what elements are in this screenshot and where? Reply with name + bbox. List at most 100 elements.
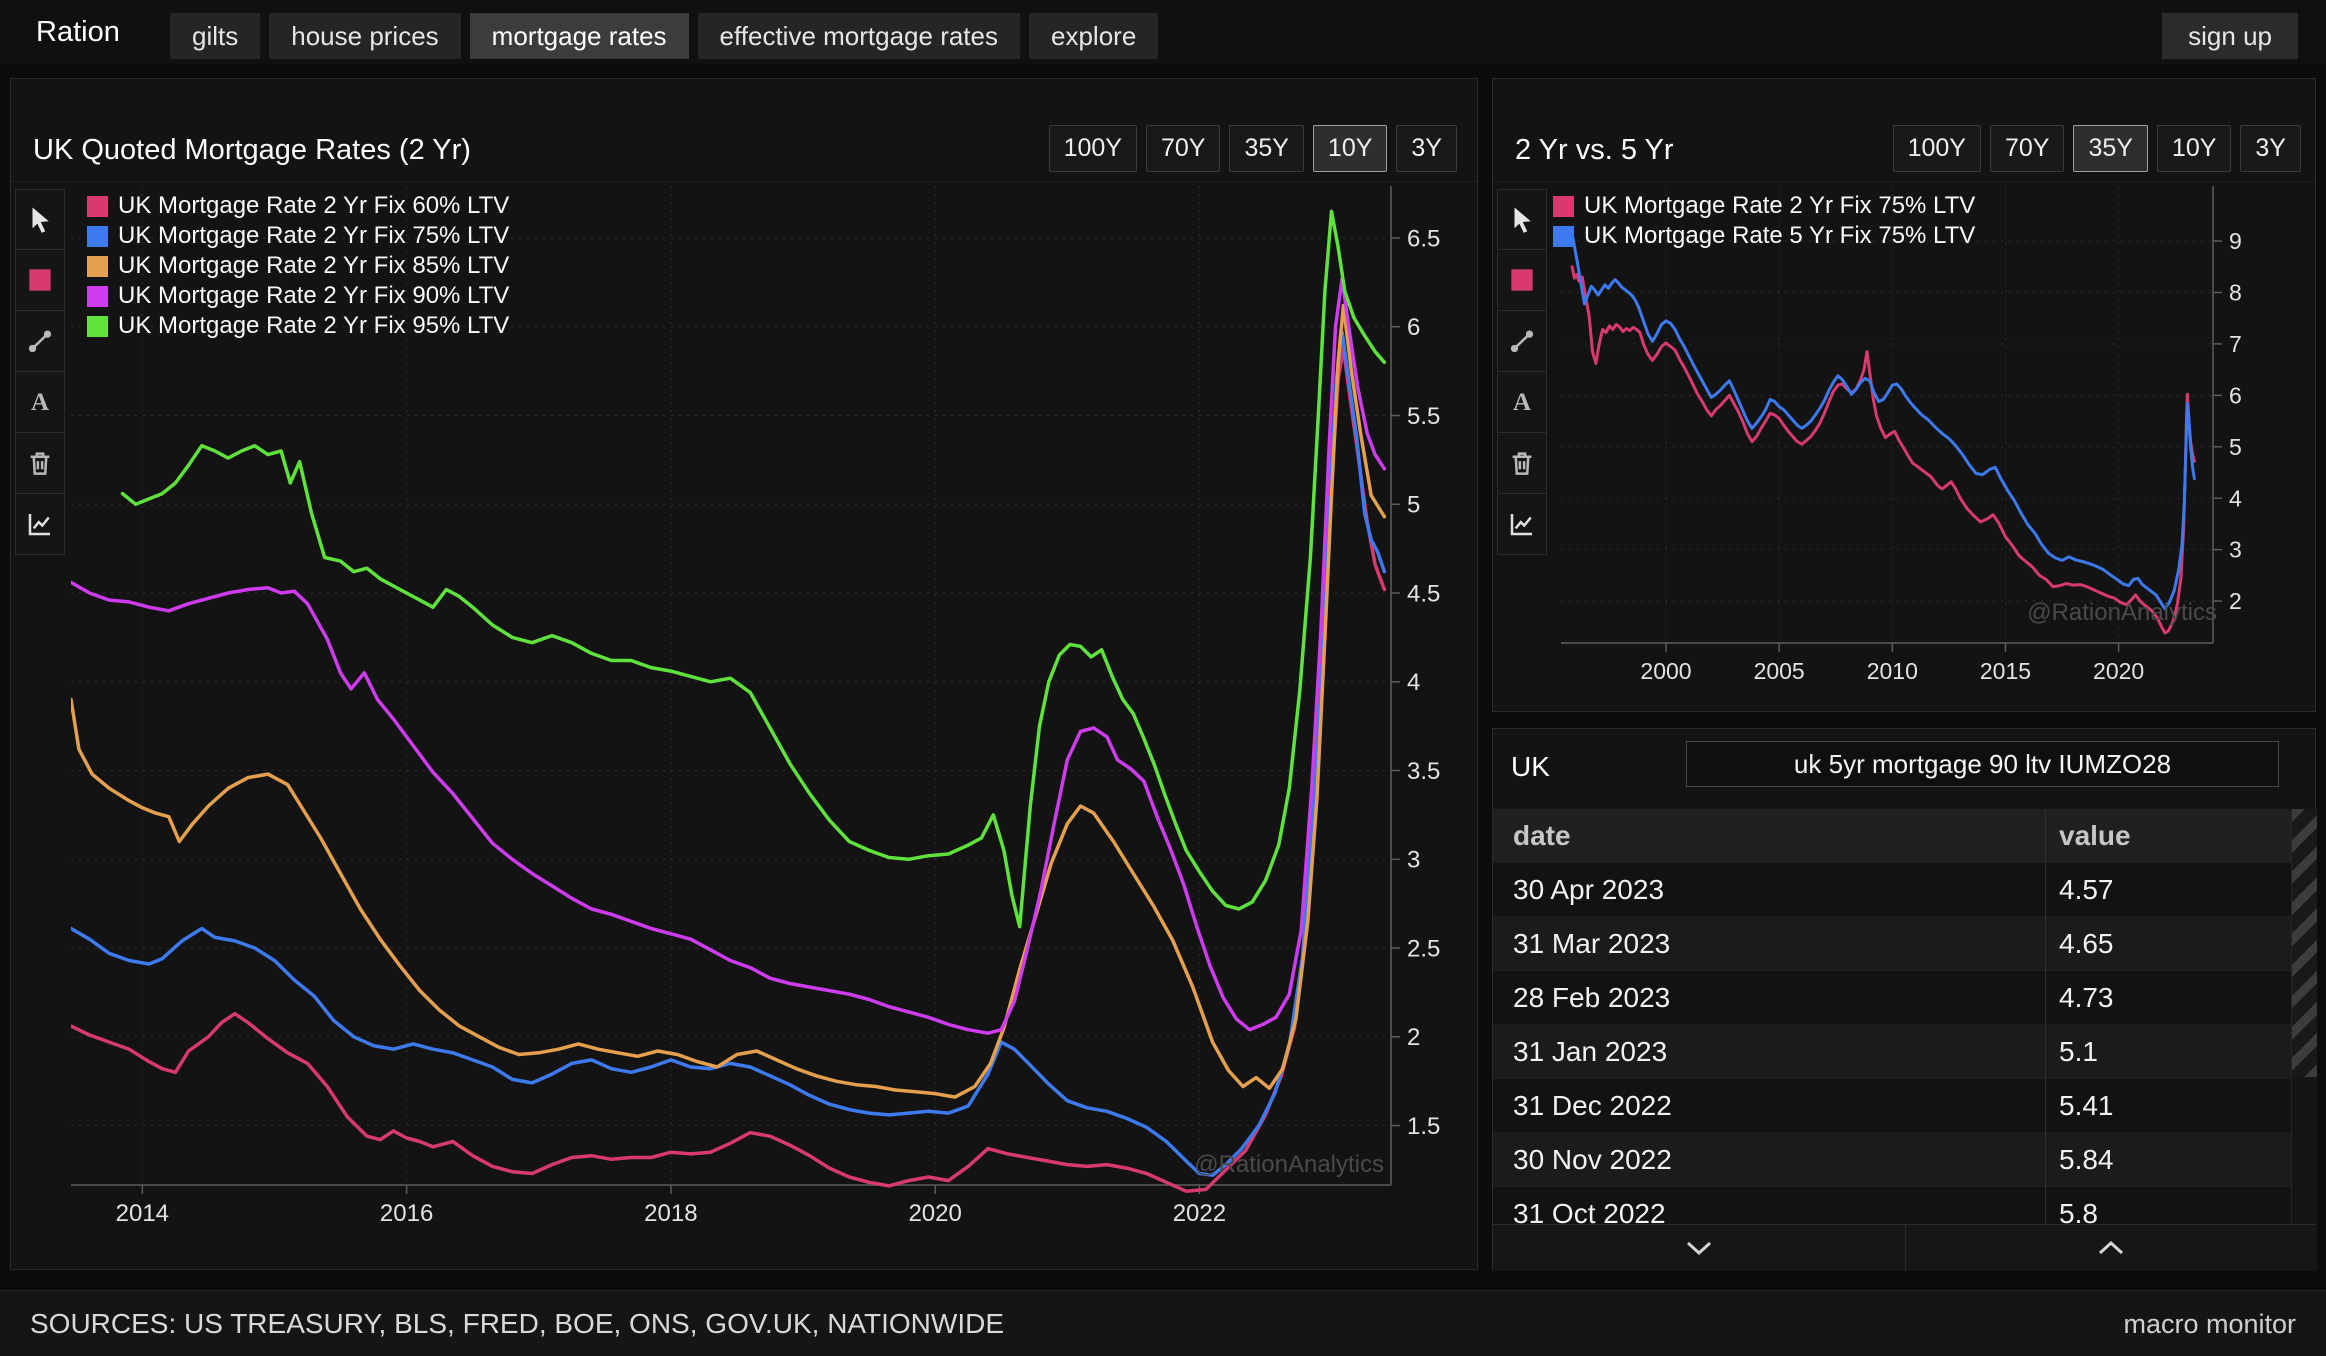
trendline-tool-button[interactable] bbox=[15, 311, 65, 372]
region-label: UK bbox=[1511, 751, 1550, 783]
series-search-input[interactable] bbox=[1686, 741, 2279, 787]
range-button-70Y[interactable]: 70Y bbox=[1990, 125, 2064, 172]
y-tick-label: 5 bbox=[1407, 492, 1420, 519]
color-swatch-icon bbox=[25, 265, 55, 295]
y-tick-label: 6 bbox=[2229, 382, 2242, 408]
svg-text:A: A bbox=[31, 389, 49, 416]
y-tick-label: 2 bbox=[1407, 1024, 1420, 1051]
range-button-10Y[interactable]: 10Y bbox=[1313, 125, 1387, 172]
table-row[interactable]: 30 Apr 20234.57 bbox=[1493, 863, 2291, 917]
legend-swatch-icon bbox=[87, 286, 108, 307]
footer-brand: macro monitor bbox=[2123, 1291, 2296, 1356]
legend-swatch-icon bbox=[87, 256, 108, 277]
legend-label: UK Mortgage Rate 2 Yr Fix 95% LTV bbox=[118, 312, 509, 340]
legend-swatch-icon bbox=[1553, 226, 1574, 247]
legend-item[interactable]: UK Mortgage Rate 2 Yr Fix 75% LTV bbox=[1553, 191, 1975, 221]
y-tick-label: 8 bbox=[2229, 280, 2242, 306]
range-button-35Y[interactable]: 35Y bbox=[1229, 125, 1303, 172]
nav-tab-house-prices[interactable]: house prices bbox=[269, 13, 460, 59]
main-chart-plot[interactable]: 6.565.554.543.532.521.520142016201820202… bbox=[71, 186, 1461, 1230]
pointer-tool-button[interactable] bbox=[15, 189, 65, 250]
x-tick-label: 2020 bbox=[2093, 658, 2144, 684]
sign-up-button[interactable]: sign up bbox=[2162, 13, 2298, 59]
color-swatch-tool-button[interactable] bbox=[15, 250, 65, 311]
x-tick-label: 2014 bbox=[116, 1200, 169, 1227]
legend-item[interactable]: UK Mortgage Rate 2 Yr Fix 90% LTV bbox=[87, 281, 509, 311]
y-tick-label: 7 bbox=[2229, 331, 2242, 357]
legend-item[interactable]: UK Mortgage Rate 2 Yr Fix 95% LTV bbox=[87, 311, 509, 341]
nav-tab-gilts[interactable]: gilts bbox=[170, 13, 260, 59]
column-header-date[interactable]: date bbox=[1513, 809, 1571, 863]
compare-chart-legend: UK Mortgage Rate 2 Yr Fix 75% LTVUK Mort… bbox=[1553, 191, 1975, 251]
table-row[interactable]: 31 Oct 20225.8 bbox=[1493, 1187, 2291, 1224]
trendline-icon bbox=[25, 326, 55, 356]
pointer-icon bbox=[25, 205, 55, 235]
table-row[interactable]: 31 Jan 2023 5.1 bbox=[1493, 1025, 2291, 1079]
legend-item[interactable]: UK Mortgage Rate 2 Yr Fix 60% LTV bbox=[87, 191, 509, 221]
status-bar: SOURCES: US TREASURY, BLS, FRED, BOE, ON… bbox=[0, 1290, 2326, 1356]
range-button-10Y[interactable]: 10Y bbox=[2157, 125, 2231, 172]
brand-logo[interactable]: Ration bbox=[36, 0, 120, 64]
legend-label: UK Mortgage Rate 2 Yr Fix 60% LTV bbox=[118, 192, 509, 220]
range-button-3Y[interactable]: 3Y bbox=[2240, 125, 2301, 172]
cell-value: 4.73 bbox=[2059, 971, 2114, 1025]
y-tick-label: 3 bbox=[2229, 537, 2242, 563]
text-tool-button[interactable]: A bbox=[15, 372, 65, 433]
main-chart-panel: UK Quoted Mortgage Rates (2 Yr) 100Y70Y3… bbox=[10, 78, 1478, 1270]
line-chart-tool-button[interactable] bbox=[15, 494, 65, 555]
series-line bbox=[71, 332, 1384, 1175]
scrollbar-thumb[interactable] bbox=[2292, 809, 2317, 1077]
legend-item[interactable]: UK Mortgage Rate 5 Yr Fix 75% LTV bbox=[1553, 221, 1975, 251]
table-row[interactable]: 31 Mar 20234.65 bbox=[1493, 917, 2291, 971]
range-button-100Y[interactable]: 100Y bbox=[1049, 125, 1137, 172]
color-swatch-tool-button[interactable] bbox=[1497, 250, 1547, 311]
page-up-button[interactable] bbox=[1905, 1225, 2318, 1271]
cell-date: 28 Feb 2023 bbox=[1513, 971, 1670, 1025]
range-button-35Y[interactable]: 35Y bbox=[2073, 125, 2147, 172]
table-scrollbar[interactable] bbox=[2291, 809, 2317, 1224]
compare-chart-toolbar: A bbox=[1497, 189, 1547, 555]
line-chart-tool-button[interactable] bbox=[1497, 494, 1547, 555]
cell-value: 5.8 bbox=[2059, 1187, 2098, 1224]
trendline-tool-button[interactable] bbox=[1497, 311, 1547, 372]
x-tick-label: 2020 bbox=[908, 1200, 961, 1227]
cell-date: 31 Jan 2023 bbox=[1513, 1025, 1667, 1079]
range-button-3Y[interactable]: 3Y bbox=[1396, 125, 1457, 172]
page-down-button[interactable] bbox=[1493, 1225, 1905, 1271]
nav-tab-effective-mortgage-rates[interactable]: effective mortgage rates bbox=[698, 13, 1020, 59]
table-row[interactable]: 31 Dec 20225.41 bbox=[1493, 1079, 2291, 1133]
x-tick-label: 2010 bbox=[1867, 658, 1918, 684]
nav-tab-explore[interactable]: explore bbox=[1029, 13, 1158, 59]
pointer-icon bbox=[1507, 205, 1537, 235]
x-tick-label: 2005 bbox=[1754, 658, 1805, 684]
cell-date: 31 Mar 2023 bbox=[1513, 917, 1670, 971]
y-tick-label: 4 bbox=[1407, 669, 1420, 696]
range-button-100Y[interactable]: 100Y bbox=[1893, 125, 1981, 172]
column-header-value[interactable]: value bbox=[2059, 809, 2131, 863]
table-header: date value bbox=[1493, 809, 2291, 863]
trash-tool-button[interactable] bbox=[15, 433, 65, 494]
chevron-down-icon bbox=[1682, 1239, 1716, 1257]
table-row[interactable]: 28 Feb 2023 4.73 bbox=[1493, 971, 2291, 1025]
table-row[interactable]: 30 Nov 20225.84 bbox=[1493, 1133, 2291, 1187]
text-tool-button[interactable]: A bbox=[1497, 372, 1547, 433]
cell-value: 5.1 bbox=[2059, 1025, 2098, 1079]
watermark: @RationAnalytics bbox=[1194, 1151, 1384, 1179]
x-tick-label: 2015 bbox=[1980, 658, 2031, 684]
table-body: 30 Apr 20234.5731 Mar 20234.6528 Feb 202… bbox=[1493, 863, 2291, 1224]
pointer-tool-button[interactable] bbox=[1497, 189, 1547, 250]
legend-label: UK Mortgage Rate 2 Yr Fix 85% LTV bbox=[118, 252, 509, 280]
legend-label: UK Mortgage Rate 2 Yr Fix 75% LTV bbox=[1584, 192, 1975, 220]
nav-tab-mortgage-rates[interactable]: mortgage rates bbox=[470, 13, 689, 59]
cell-date: 30 Nov 2022 bbox=[1513, 1133, 1672, 1187]
legend-item[interactable]: UK Mortgage Rate 2 Yr Fix 75% LTV bbox=[87, 221, 509, 251]
trash-tool-button[interactable] bbox=[1497, 433, 1547, 494]
cell-value: 5.41 bbox=[2059, 1079, 2114, 1133]
y-tick-label: 6.5 bbox=[1407, 225, 1440, 252]
legend-item[interactable]: UK Mortgage Rate 2 Yr Fix 85% LTV bbox=[87, 251, 509, 281]
legend-swatch-icon bbox=[87, 316, 108, 337]
main-chart-toolbar: A bbox=[15, 189, 65, 555]
range-button-70Y[interactable]: 70Y bbox=[1146, 125, 1220, 172]
x-tick-label: 2018 bbox=[644, 1200, 697, 1227]
main-range-buttons: 100Y70Y35Y10Y3Y bbox=[1049, 125, 1457, 172]
